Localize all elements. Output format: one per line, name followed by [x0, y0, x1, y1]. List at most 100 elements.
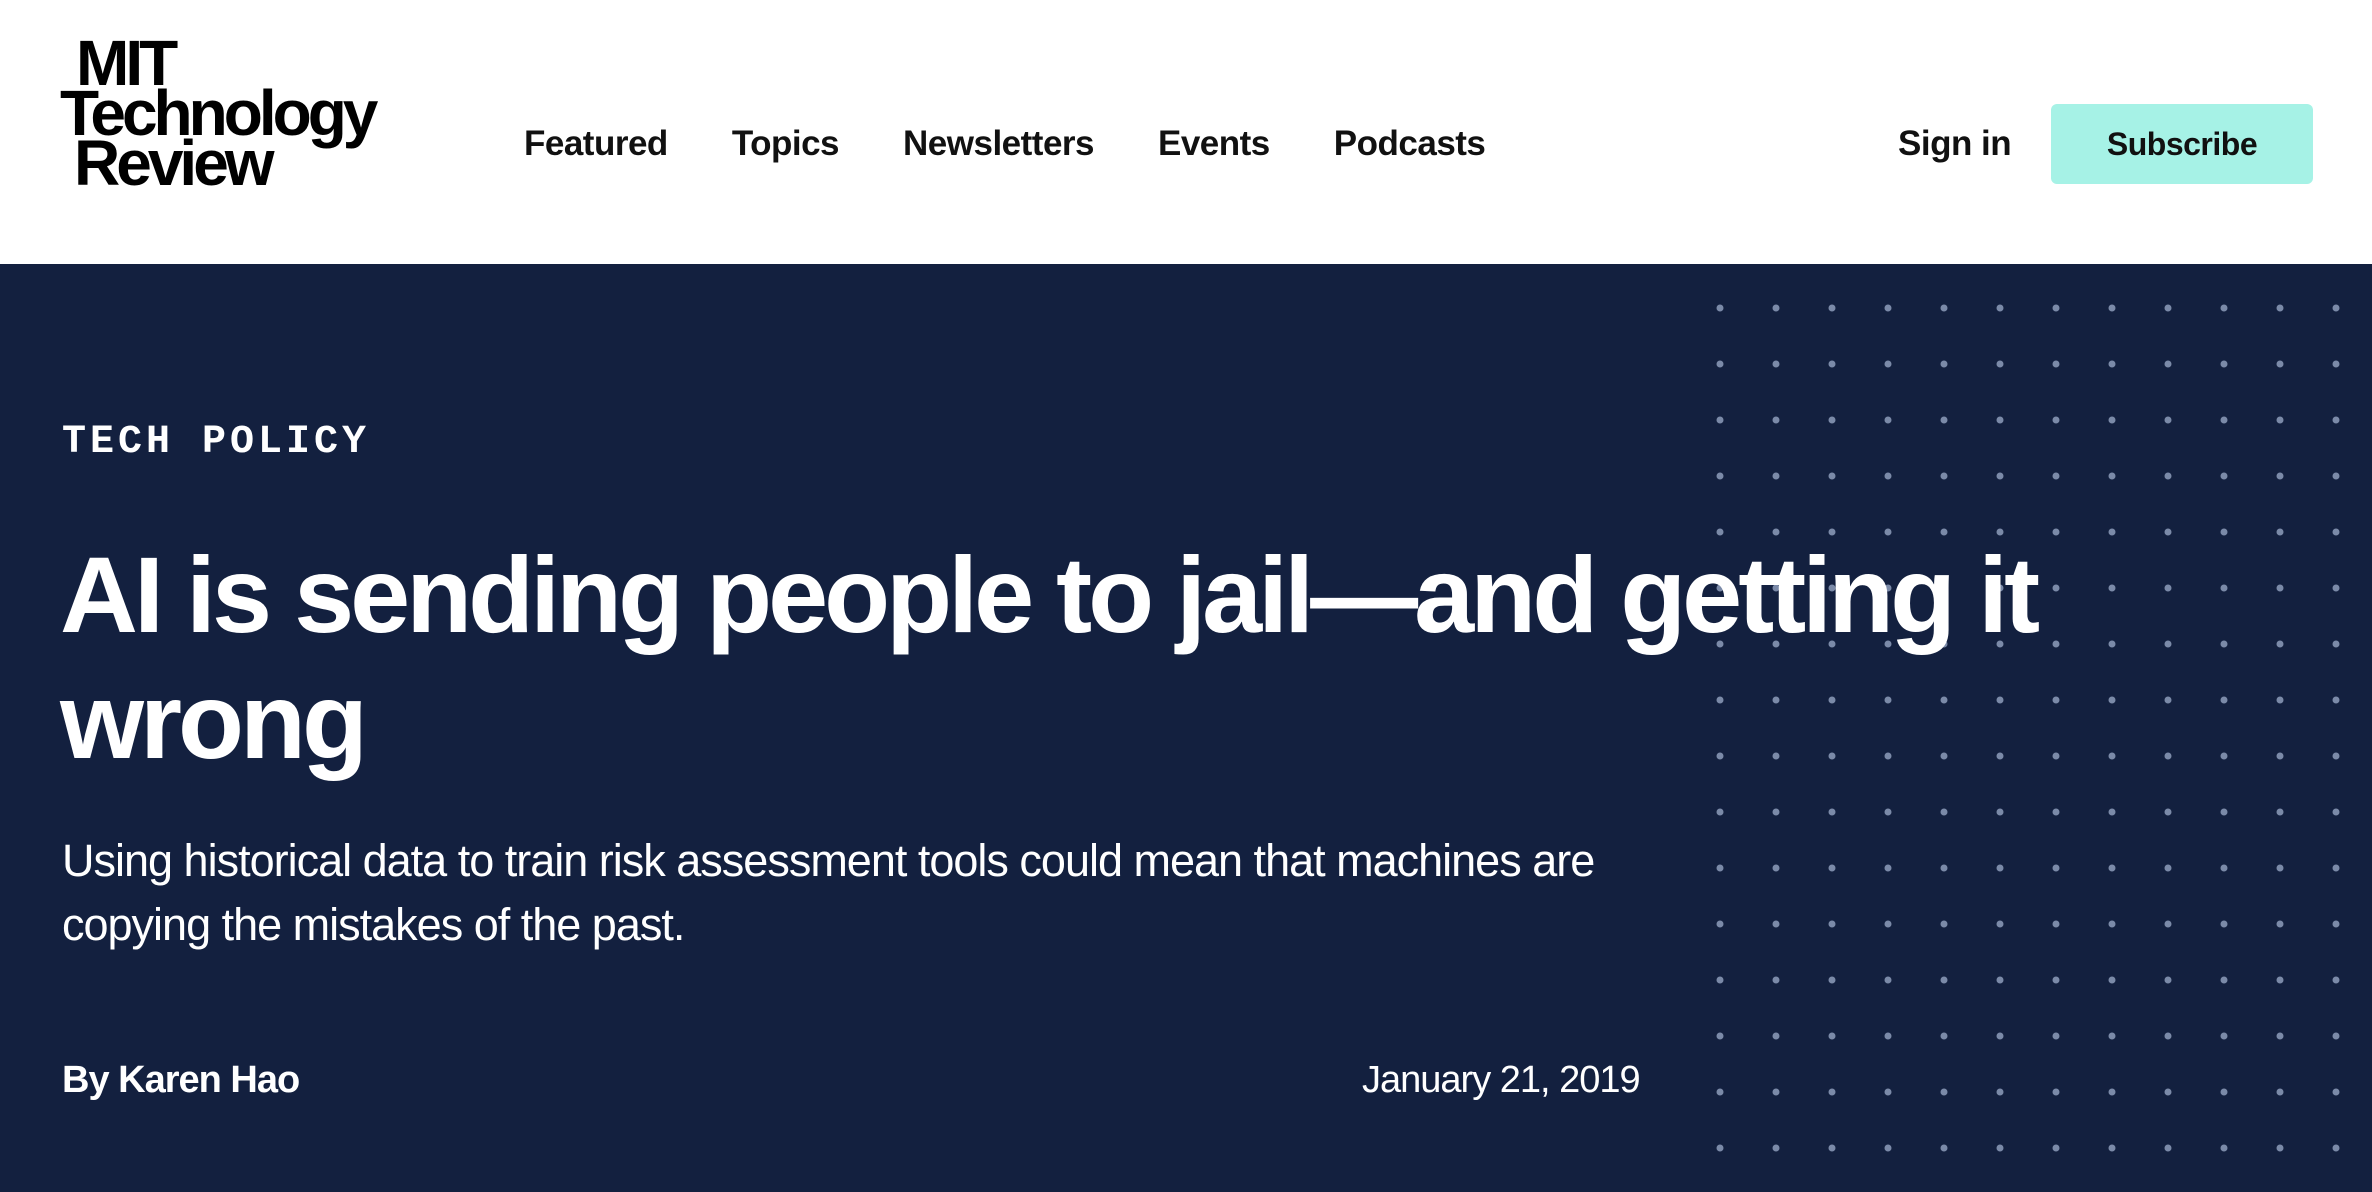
- pattern-dot: [1716, 976, 1724, 984]
- pattern-dot: [2276, 976, 2284, 984]
- nav-events[interactable]: Events: [1158, 124, 1270, 164]
- pattern-dot: [2220, 304, 2228, 312]
- pattern-dot: [1772, 976, 1780, 984]
- pattern-dot: [2332, 864, 2340, 872]
- pattern-dot: [1884, 304, 1892, 312]
- pattern-dot: [1828, 1032, 1836, 1040]
- article-headline: AI is sending people to jail—and getting…: [60, 534, 2040, 781]
- pattern-dot: [2220, 808, 2228, 816]
- pattern-dot: [1772, 864, 1780, 872]
- pattern-dot: [1940, 864, 1948, 872]
- pattern-dot: [2052, 864, 2060, 872]
- pattern-dot: [1996, 472, 2004, 480]
- pattern-dot: [2276, 528, 2284, 536]
- pattern-dot: [2220, 920, 2228, 928]
- pattern-dot: [2164, 304, 2172, 312]
- pattern-dot: [1828, 360, 1836, 368]
- pattern-dot: [1828, 1088, 1836, 1096]
- pattern-dot: [2220, 472, 2228, 480]
- author-link[interactable]: Karen Hao: [118, 1059, 300, 1101]
- pattern-dot: [2276, 472, 2284, 480]
- pattern-dot: [2276, 640, 2284, 648]
- main-nav: Featured Topics Newsletters Events Podca…: [524, 119, 1549, 169]
- pattern-dot: [2332, 360, 2340, 368]
- pattern-dot: [2164, 528, 2172, 536]
- pattern-dot: [1940, 1088, 1948, 1096]
- pattern-dot: [2220, 976, 2228, 984]
- subscribe-button[interactable]: Subscribe: [2051, 104, 2313, 184]
- pattern-dot: [1772, 920, 1780, 928]
- byline-prefix: By: [62, 1059, 119, 1101]
- pattern-dot: [2164, 976, 2172, 984]
- pattern-dot: [2276, 808, 2284, 816]
- pattern-dot: [2108, 1144, 2116, 1152]
- pattern-dot: [1884, 920, 1892, 928]
- pattern-dot: [1716, 864, 1724, 872]
- pattern-dot: [2276, 864, 2284, 872]
- pattern-dot: [2052, 920, 2060, 928]
- nav-topics[interactable]: Topics: [732, 124, 840, 164]
- article-dek: Using historical data to train risk asse…: [62, 835, 1595, 950]
- publish-date: January 21, 2019: [1362, 1059, 1641, 1101]
- byline: By Karen Hao: [62, 1059, 300, 1102]
- pattern-dot: [2052, 976, 2060, 984]
- pattern-dot: [1884, 1032, 1892, 1040]
- pattern-dot: [2332, 472, 2340, 480]
- pattern-dot: [1772, 808, 1780, 816]
- pattern-dot: [2164, 1088, 2172, 1096]
- pattern-dot: [2164, 640, 2172, 648]
- pattern-dot: [1996, 920, 2004, 928]
- pattern-dot: [1884, 976, 1892, 984]
- mit-technology-review-logo[interactable]: MIT Technology Review: [60, 31, 420, 195]
- pattern-dot: [1940, 360, 1948, 368]
- pattern-dot: [1828, 1144, 1836, 1152]
- pattern-dot: [2276, 920, 2284, 928]
- pattern-dot: [2332, 584, 2340, 592]
- pattern-dot: [2164, 416, 2172, 424]
- pattern-dot: [2276, 1032, 2284, 1040]
- pattern-dot: [1828, 920, 1836, 928]
- pattern-dot: [1772, 1032, 1780, 1040]
- pattern-dot: [2332, 920, 2340, 928]
- pattern-dot: [1716, 808, 1724, 816]
- pattern-dot: [1884, 360, 1892, 368]
- pattern-dot: [2164, 472, 2172, 480]
- pattern-dot: [2332, 696, 2340, 704]
- pattern-dot: [1996, 1032, 2004, 1040]
- pattern-dot: [2332, 304, 2340, 312]
- pattern-dot: [2164, 1144, 2172, 1152]
- pattern-dot: [2052, 1088, 2060, 1096]
- pattern-dot: [2108, 920, 2116, 928]
- topic-tag[interactable]: TECH POLICY: [62, 420, 370, 465]
- pattern-dot: [2164, 920, 2172, 928]
- pattern-dot: [1884, 808, 1892, 816]
- pattern-dot: [1772, 304, 1780, 312]
- nav-podcasts[interactable]: Podcasts: [1334, 124, 1486, 164]
- pattern-dot: [2164, 696, 2172, 704]
- pattern-dot: [2332, 1144, 2340, 1152]
- pattern-dot: [2052, 808, 2060, 816]
- pattern-dot: [2276, 1144, 2284, 1152]
- pattern-dot: [1996, 976, 2004, 984]
- pattern-dot: [1828, 304, 1836, 312]
- pattern-dot: [2276, 752, 2284, 760]
- pattern-dot: [1940, 920, 1948, 928]
- pattern-dot: [1716, 304, 1724, 312]
- pattern-dot: [1940, 1032, 1948, 1040]
- pattern-dot: [2332, 752, 2340, 760]
- pattern-dot: [2220, 416, 2228, 424]
- nav-newsletters[interactable]: Newsletters: [903, 124, 1094, 164]
- pattern-dot: [2220, 696, 2228, 704]
- pattern-dot: [2108, 416, 2116, 424]
- pattern-dot: [2276, 696, 2284, 704]
- pattern-dot: [1884, 416, 1892, 424]
- pattern-dot: [2052, 416, 2060, 424]
- pattern-dot: [2220, 640, 2228, 648]
- sign-in-link[interactable]: Sign in: [1898, 119, 2012, 169]
- pattern-dot: [2108, 472, 2116, 480]
- pattern-dot: [1940, 808, 1948, 816]
- pattern-dot: [2332, 976, 2340, 984]
- pattern-dot: [2052, 360, 2060, 368]
- pattern-dot: [2164, 808, 2172, 816]
- nav-featured[interactable]: Featured: [524, 124, 668, 164]
